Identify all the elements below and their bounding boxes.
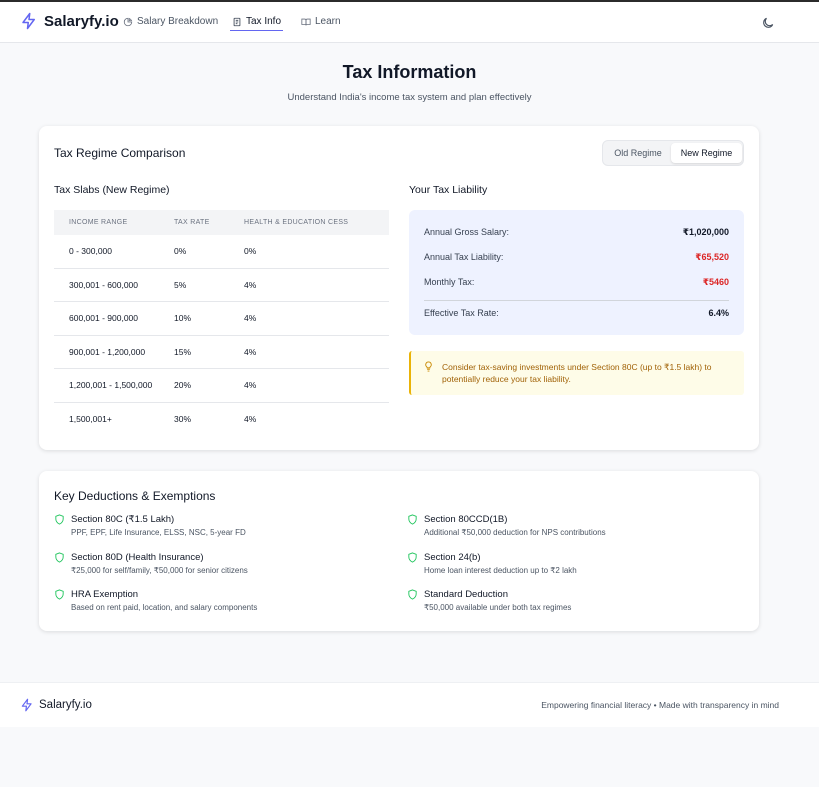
footer: Salaryfy.io Empowering financial literac…	[0, 682, 819, 727]
deductions-title: Key Deductions & Exemptions	[54, 489, 216, 503]
effective-rate-row: Effective Tax Rate: 6.4%	[424, 308, 729, 318]
cell-cess: 4%	[244, 313, 257, 324]
deduction-title: Section 80CCD(1B)	[424, 514, 508, 525]
tax-liability-title: Your Tax Liability	[409, 184, 488, 196]
cell-tax-rate: 0%	[174, 246, 187, 257]
tax-saving-tip: Consider tax-saving investments under Se…	[409, 351, 744, 395]
table-row: 1,500,001+ 30% 4%	[54, 403, 389, 437]
nav-tax-info-label: Tax Info	[246, 16, 282, 27]
cell-income-range: 600,001 - 900,000	[69, 313, 139, 324]
cell-tax-rate: 30%	[174, 414, 192, 425]
navbar: Salaryfy.io Salary Breakdown Tax Info Le…	[0, 2, 819, 43]
tax-liability-panel: Annual Gross Salary: ₹1,020,000 Annual T…	[409, 210, 744, 335]
shield-check-icon	[55, 514, 64, 525]
effective-rate-value: 6.4%	[708, 308, 729, 318]
nav-learn-label: Learn	[315, 16, 341, 27]
lightbulb-icon	[425, 361, 432, 372]
deduction-desc: ₹25,000 for self/family, ₹50,000 for sen…	[71, 566, 248, 575]
cell-cess: 0%	[244, 246, 257, 257]
effective-rate-label: Effective Tax Rate:	[424, 308, 499, 318]
cell-tax-rate: 15%	[174, 346, 192, 357]
cell-cess: 4%	[244, 346, 257, 357]
cell-cess: 4%	[244, 279, 257, 290]
nav-salary-breakdown-label: Salary Breakdown	[137, 16, 219, 27]
annual-tax-value: ₹65,520	[695, 252, 729, 262]
cell-income-range: 1,200,001 - 1,500,000	[69, 380, 153, 391]
deductions-card: Key Deductions & Exemptions Section 80C …	[39, 471, 759, 631]
divider	[424, 300, 729, 301]
deduction-desc: Home loan interest deduction up to ₹2 la…	[424, 566, 577, 575]
monthly-tax-label: Monthly Tax:	[424, 277, 475, 287]
shield-check-icon	[408, 552, 417, 563]
footer-brand-name: Salaryfy.io	[39, 699, 92, 711]
cell-tax-rate: 5%	[174, 279, 187, 290]
cell-income-range: 0 - 300,000	[69, 246, 113, 257]
table-header: INCOME RANGE TAX RATE HEALTH & EDUCATION…	[54, 210, 389, 235]
page-subtitle: Understand India's income tax system and…	[287, 92, 532, 103]
nav-tax-info[interactable]: Tax Info	[230, 16, 284, 31]
gross-salary-value: ₹1,020,000	[682, 227, 729, 237]
header-cess: HEALTH & EDUCATION CESS	[244, 219, 349, 226]
cell-income-range: 300,001 - 600,000	[69, 279, 139, 290]
shield-check-icon	[55, 589, 64, 600]
header-tax-rate: TAX RATE	[174, 219, 210, 226]
active-tab-underline	[230, 30, 284, 31]
brand-name: Salaryfy.io	[44, 12, 119, 30]
cell-income-range: 900,001 - 1,200,000	[69, 346, 146, 357]
deduction-title: Section 80D (Health Insurance)	[71, 552, 204, 563]
deduction-desc: Based on rent paid, location, and salary…	[71, 603, 258, 612]
cell-tax-rate: 20%	[174, 380, 192, 391]
deduction-title: Standard Deduction	[424, 589, 508, 600]
pie-chart-icon	[123, 17, 133, 26]
table-row: 600,001 - 900,000 10% 4%	[54, 302, 389, 336]
tax-slabs-title: Tax Slabs (New Regime)	[54, 184, 170, 196]
nav-learn[interactable]: Learn	[301, 16, 341, 27]
deduction-title: Section 24(b)	[424, 552, 481, 563]
monthly-tax-row: Monthly Tax: ₹5460	[424, 277, 729, 288]
regime-toggle: Old Regime New Regime	[602, 140, 744, 166]
deduction-desc: ₹50,000 available under both tax regimes	[424, 603, 572, 612]
new-regime-button[interactable]: New Regime	[671, 143, 742, 163]
deduction-title: Section 80C (₹1.5 Lakh)	[71, 514, 175, 525]
annual-tax-label: Annual Tax Liability:	[424, 252, 504, 262]
tax-regime-title: Tax Regime Comparison	[54, 146, 186, 160]
shield-check-icon	[408, 589, 417, 600]
deduction-desc: PPF, EPF, Life Insurance, ELSS, NSC, 5-y…	[71, 528, 246, 537]
tax-slabs-table: INCOME RANGE TAX RATE HEALTH & EDUCATION…	[54, 210, 389, 436]
gross-salary-label: Annual Gross Salary:	[424, 227, 510, 237]
table-row: 1,200,001 - 1,500,000 20% 4%	[54, 369, 389, 403]
shield-check-icon	[55, 552, 64, 563]
tip-text: Consider tax-saving investments under Se…	[442, 362, 712, 384]
cell-cess: 4%	[244, 414, 257, 425]
table-row: 900,001 - 1,200,000 15% 4%	[54, 336, 389, 369]
monthly-tax-value: ₹5460	[702, 277, 729, 287]
brand-logo[interactable]: Salaryfy.io	[20, 12, 119, 30]
footer-brand[interactable]: Salaryfy.io	[20, 698, 92, 712]
cell-cess: 4%	[244, 380, 257, 391]
shield-check-icon	[408, 514, 417, 525]
header-income-range: INCOME RANGE	[69, 219, 128, 226]
cell-income-range: 1,500,001+	[69, 414, 112, 425]
deduction-title: HRA Exemption	[71, 589, 139, 600]
lightning-icon	[21, 698, 32, 712]
moon-icon[interactable]	[761, 16, 775, 30]
deduction-desc: Additional ₹50,000 deduction for NPS con…	[424, 528, 606, 537]
footer-tagline: Empowering financial literacy • Made wit…	[541, 700, 779, 710]
lightning-icon	[22, 12, 35, 30]
old-regime-button[interactable]: Old Regime	[605, 143, 671, 163]
page-title: Tax Information	[342, 62, 477, 82]
tax-regime-card: Tax Regime Comparison Old Regime New Reg…	[39, 126, 759, 450]
annual-tax-row: Annual Tax Liability: ₹65,520	[424, 252, 729, 263]
gross-salary-row: Annual Gross Salary: ₹1,020,000	[424, 227, 729, 238]
receipt-icon	[233, 17, 241, 26]
table-row: 300,001 - 600,000 5% 4%	[54, 269, 389, 302]
table-row: 0 - 300,000 0% 0%	[54, 235, 389, 269]
cell-tax-rate: 10%	[174, 313, 192, 324]
nav-salary-breakdown[interactable]: Salary Breakdown	[123, 16, 218, 27]
book-open-icon	[301, 18, 311, 25]
